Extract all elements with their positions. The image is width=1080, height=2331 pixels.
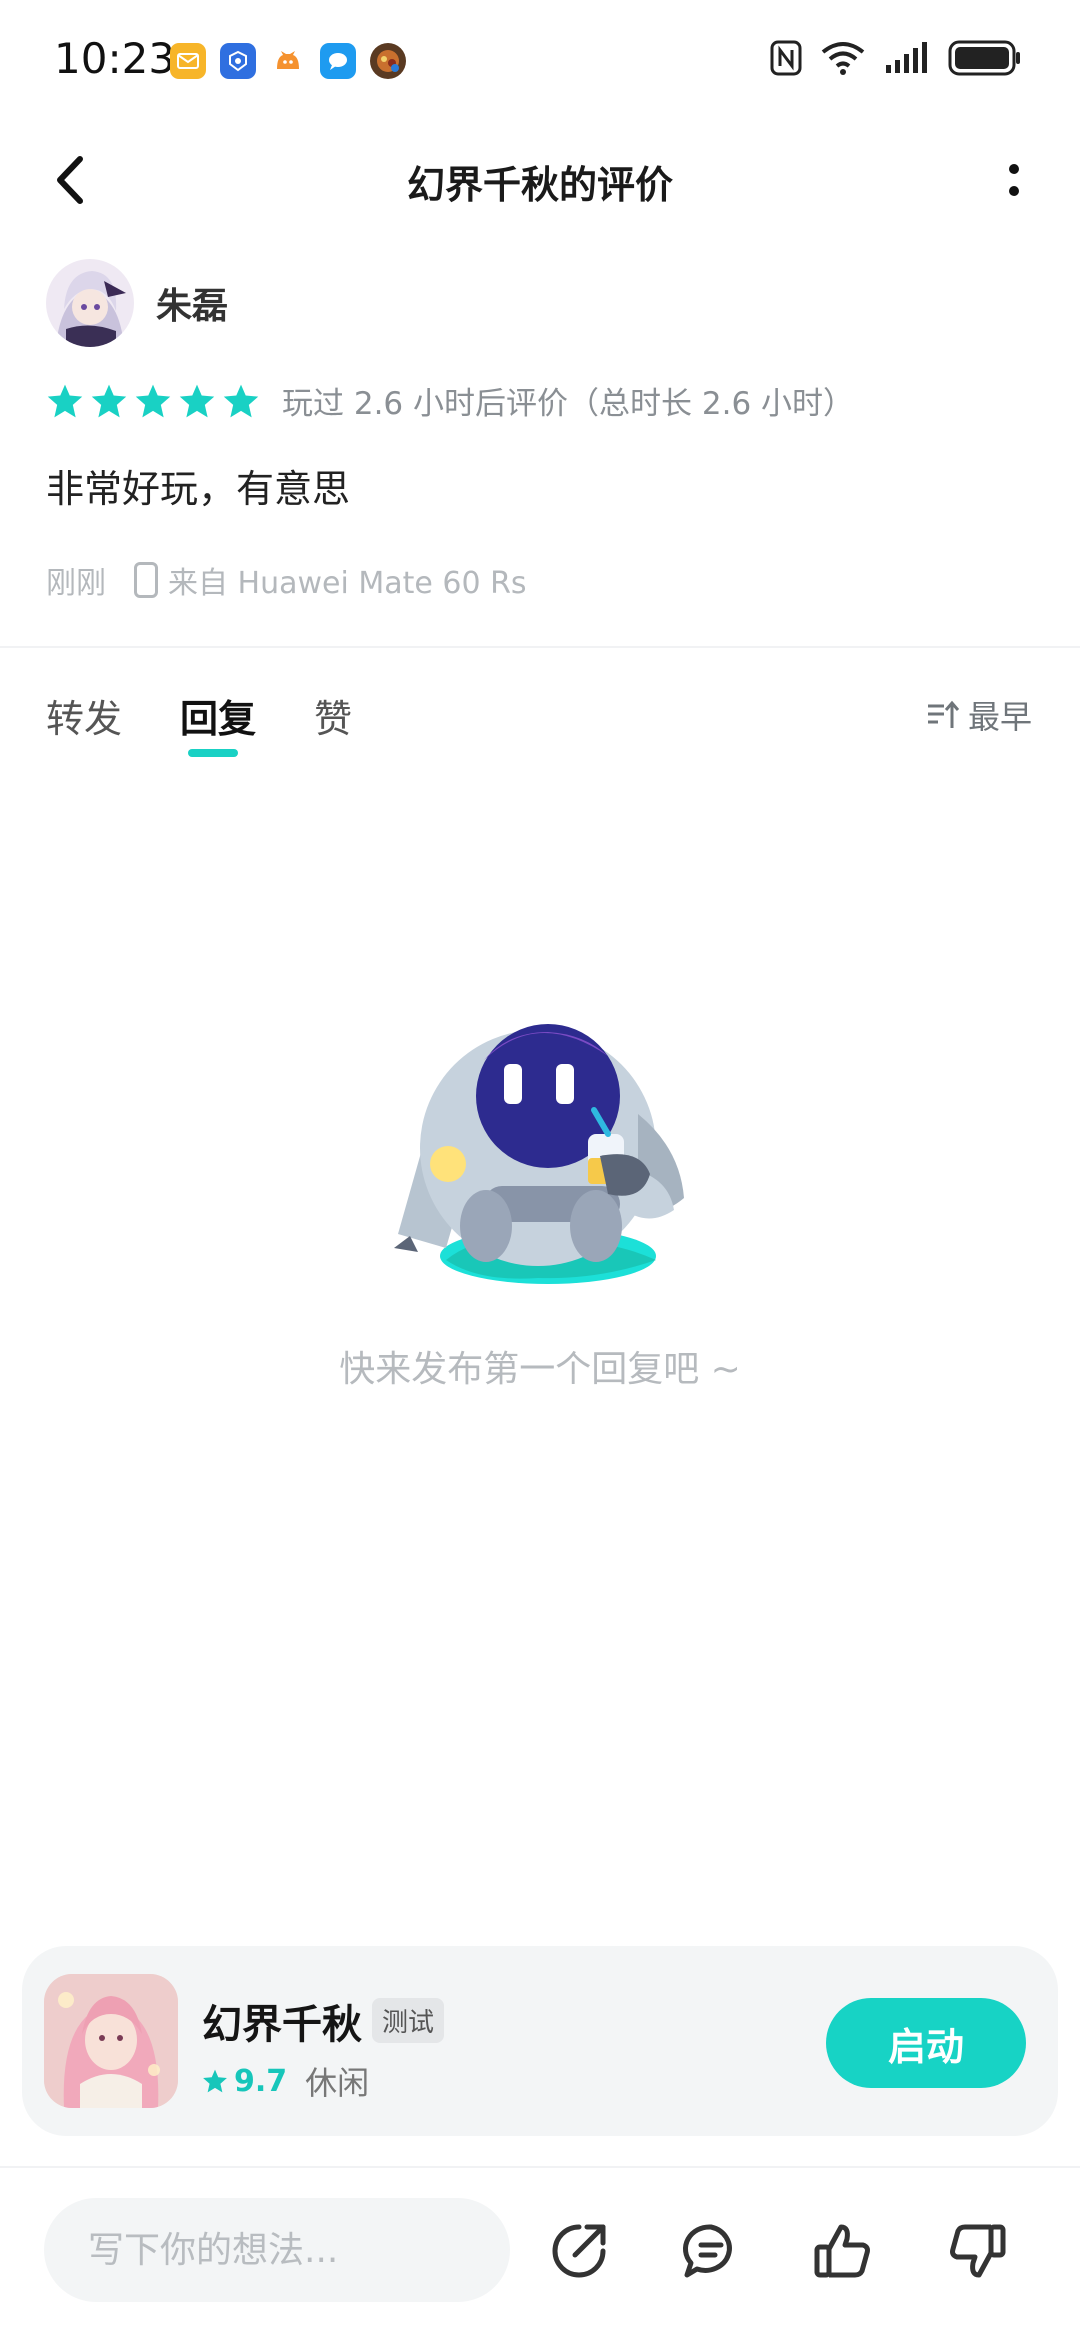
bottom-divider [0, 2166, 1080, 2168]
mail-app-icon [170, 43, 206, 79]
tab-likes[interactable]: 赞 [314, 688, 352, 743]
header: 幻界千秋的评价 [0, 130, 1080, 230]
avatar[interactable] [46, 259, 134, 347]
phone-icon [134, 562, 158, 598]
star-icon [203, 2069, 227, 2093]
fox-app-icon [270, 43, 306, 79]
play-info: 玩过 2.6 小时后评价（总时长 2.6 小时） [282, 386, 855, 422]
game-score: 9.7 [234, 2063, 288, 2099]
game-category: 休闲 [305, 2064, 370, 2102]
device-name: 来自 Huawei Mate 60 Rs [168, 566, 527, 601]
username[interactable]: 朱磊 [156, 277, 228, 329]
sort-label: 最早 [967, 698, 1032, 736]
more-vertical-icon [1009, 164, 1019, 196]
game-name[interactable]: 幻界千秋 [202, 1992, 362, 2050]
game-icon[interactable] [44, 1974, 178, 2108]
wifi-icon [821, 42, 865, 75]
reply-button[interactable] [680, 2220, 742, 2282]
thumbs-up-icon [814, 2224, 870, 2278]
empty-state-illustration [388, 998, 700, 1298]
page-title: 幻界千秋的评价 [406, 163, 673, 207]
signal-icon [886, 42, 927, 73]
battery-icon [948, 40, 1020, 76]
share-icon [552, 2224, 606, 2278]
sort-icon [927, 700, 960, 728]
status-bar: 10:23 [0, 0, 1080, 120]
comment-input[interactable] [44, 2198, 510, 2302]
chat-app-icon [320, 43, 356, 79]
launch-button[interactable]: 启动 [826, 1998, 1026, 2088]
tab-bar: 转发 回复 赞 [46, 688, 352, 757]
game-badge: 测试 [372, 1998, 445, 2043]
game-card[interactable]: 幻界千秋 测试 9.7 休闲 启动 [22, 1946, 1058, 2136]
rating-stars [46, 383, 260, 419]
star-icon [91, 384, 127, 417]
game-score-row: 9.7 休闲 [202, 2058, 369, 2104]
star-icon [135, 384, 171, 417]
review-meta: 刚刚 来自 Huawei Mate 60 Rs [46, 558, 527, 602]
more-options-button[interactable] [984, 150, 1044, 210]
rating-row: 玩过 2.6 小时后评价（总时长 2.6 小时） [46, 378, 854, 423]
reviewer[interactable]: 朱磊 [46, 258, 228, 348]
star-icon [47, 384, 83, 417]
review-content: 非常好玩，有意思 [46, 467, 351, 511]
status-time: 10:23 [54, 34, 176, 83]
nfc-icon [770, 40, 802, 76]
active-tab-indicator [188, 749, 239, 757]
cloud-app-icon [220, 43, 256, 79]
empty-state-message: 快来发布第一个回复吧 ~ [339, 1349, 741, 1390]
tab-replies[interactable]: 回复 [180, 688, 257, 757]
share-button[interactable] [548, 2220, 610, 2282]
dislike-button[interactable] [946, 2220, 1008, 2282]
system-icons [770, 40, 1022, 76]
sort-button[interactable]: 最早 [926, 692, 1032, 738]
tab-replies-label: 回复 [180, 697, 257, 741]
notification-icons [170, 43, 406, 79]
star-icon [223, 384, 259, 417]
star-icon [179, 384, 215, 417]
review-time: 刚刚 [46, 566, 106, 601]
like-button[interactable] [812, 2220, 874, 2282]
game-app-icon [370, 43, 406, 79]
divider [0, 646, 1080, 648]
tab-forward[interactable]: 转发 [46, 688, 122, 743]
comment-icon [682, 2224, 732, 2278]
thumbs-down-icon [950, 2224, 1006, 2278]
